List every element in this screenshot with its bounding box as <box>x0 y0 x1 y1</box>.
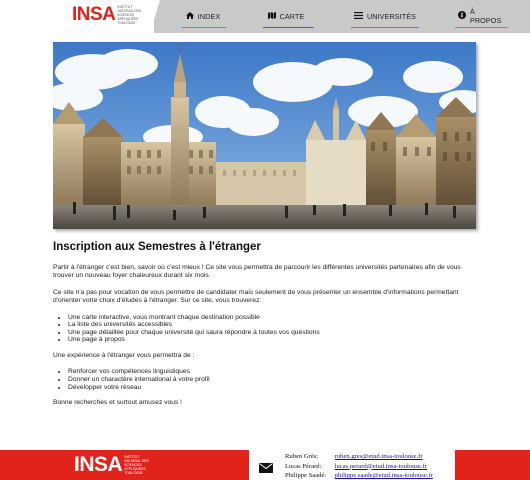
list-item: Développer votre réseau <box>68 384 478 392</box>
logo-text: INSA <box>72 4 116 25</box>
benefits-list: Renforcer vos compétences linguistiques … <box>68 368 478 391</box>
contact-email-link[interactable]: lucas.perard@etud.insa-toulouse.fr <box>335 463 427 470</box>
contact-name: Lucas Pérard: <box>285 462 322 470</box>
nav-universites[interactable]: UNIVERSITÉS <box>351 8 419 28</box>
nav-carte-label: CARTE <box>279 11 305 21</box>
list-item: Une page à propos <box>68 336 478 344</box>
nav-universites-label: UNIVERSITÉS <box>366 11 417 21</box>
grand-place-panorama <box>53 42 476 229</box>
list-item: Une page détaillée pour chaque universit… <box>68 329 478 337</box>
logo-tagline: Institut National des Sciences Appliquée… <box>117 5 142 25</box>
list-item: La liste des universités accessibles <box>68 321 478 329</box>
footer-insa-logo[interactable]: INSA Institut National des Sciences Appl… <box>74 454 154 476</box>
site-footer: INSA Institut National des Sciences Appl… <box>0 450 530 480</box>
site-header: INSA Institut National des Sciences Appl… <box>0 0 530 33</box>
brand[interactable]: INSA Institut National des Sciences Appl… <box>58 0 154 33</box>
vocation-paragraph: Ce site n'a pas pour vocation de vous pe… <box>53 288 459 305</box>
page-title: Inscription aux Semestres à l'étranger <box>53 241 261 253</box>
map-icon <box>267 11 276 21</box>
contact-email-link[interactable]: philippe.saade@etud.insa-toulouse.fr <box>335 472 433 479</box>
list-item: Donner un charactère international à vot… <box>68 376 478 384</box>
contact-row: Lucas Pérard: lucas.perard@etud.insa-tou… <box>285 462 433 472</box>
list-icon <box>353 11 363 21</box>
contacts-list: Ruben Grès: ruben.gres@etud.insa-toulous… <box>285 452 433 480</box>
nav-apropos-label: À PROPOS <box>470 7 502 25</box>
footer-logo-text: INSA <box>74 453 123 476</box>
nav-apropos[interactable]: À PROPOS <box>455 7 508 28</box>
nav-carte[interactable]: CARTE <box>263 8 314 28</box>
contact-name: Ruben Grès: <box>285 453 319 460</box>
footer-logo-tagline: Institut National des Sciences Appliquée… <box>124 455 149 475</box>
contact-row: Philippe Saadé: philippe.saade@etud.insa… <box>285 471 433 480</box>
closing-paragraph: Bonne recherches et surtout amusez vous … <box>53 399 182 407</box>
list-item: Une carte interactive, vous montrant cha… <box>68 314 478 322</box>
insa-logo[interactable]: INSA Institut National des Sciences Appl… <box>72 4 145 26</box>
info-icon <box>458 11 466 21</box>
list-item: Renforcer vos compétences linguistiques <box>68 368 478 376</box>
intro-paragraph: Partir à l'étranger c'est bien, savoir o… <box>53 264 461 280</box>
features-list: Une carte interactive, vous montrant cha… <box>68 314 478 344</box>
contact-email-link[interactable]: ruben.gres@etud.insa-toulouse.fr <box>335 453 423 460</box>
contact-panel: Ruben Grès: ruben.gres@etud.insa-toulous… <box>249 450 455 480</box>
contact-row: Ruben Grès: ruben.gres@etud.insa-toulous… <box>285 452 433 462</box>
experience-intro: Une expérience à l'étranger vous permett… <box>53 352 195 359</box>
nav-index[interactable]: INDEX <box>182 8 226 28</box>
hero-image <box>53 42 476 229</box>
contact-name: Philippe Saadé: <box>285 472 327 480</box>
home-icon <box>185 11 194 21</box>
envelope-icon <box>259 460 273 473</box>
nav-index-label: INDEX <box>197 11 221 21</box>
main-content: Inscription aux Semestres à l'étranger P… <box>53 240 478 416</box>
